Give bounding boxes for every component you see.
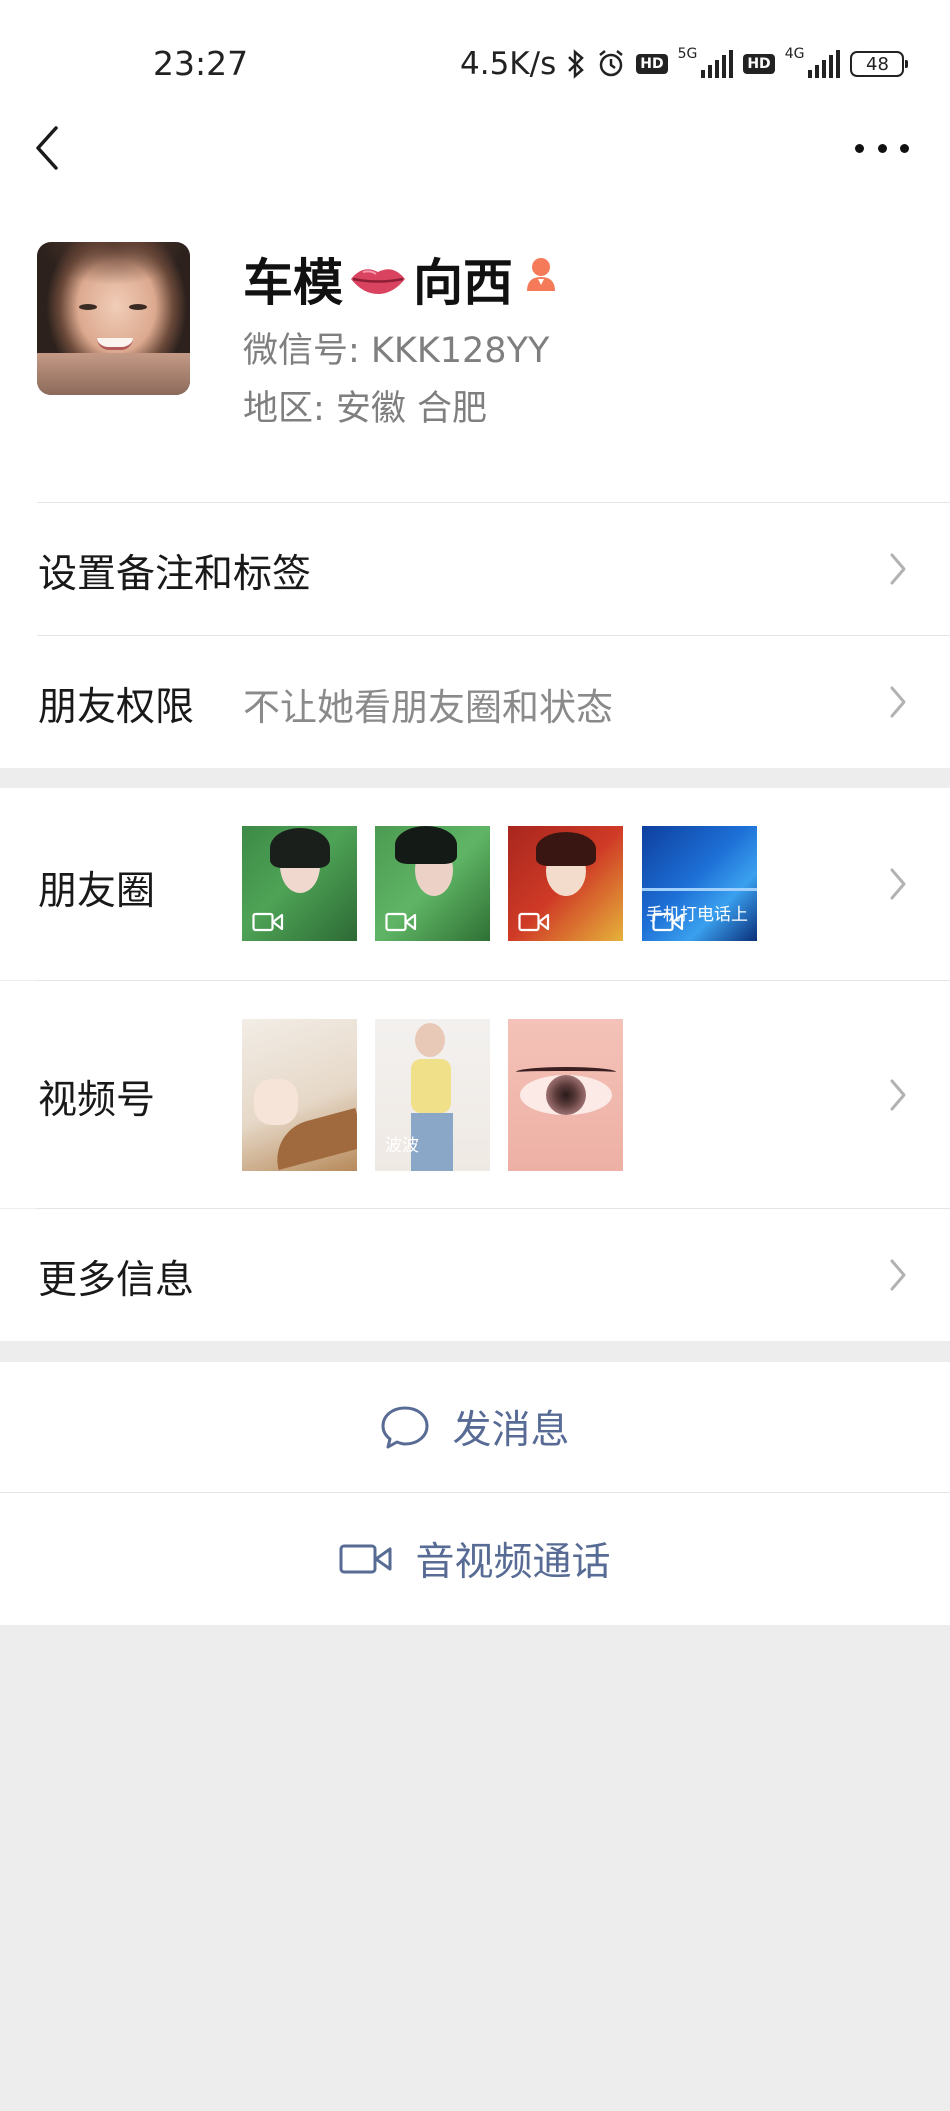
moments-thumbnail[interactable] bbox=[242, 826, 357, 941]
more-dot-icon bbox=[900, 143, 909, 153]
region: 地区: 安徽 合肥 bbox=[243, 389, 488, 429]
female-gender-icon bbox=[527, 258, 555, 291]
moments-row[interactable]: 朋友圈 手机打电话上 bbox=[0, 788, 950, 980]
video-call-label: 音视频通话 bbox=[415, 1540, 611, 1585]
more-dot-icon bbox=[855, 143, 864, 153]
status-indicators: 4.5K/s HD 5G HD 4G 48 bbox=[460, 44, 909, 84]
channels-thumbnail[interactable]: 波波 bbox=[375, 1019, 490, 1171]
more-dot-icon bbox=[877, 143, 887, 153]
chevron-right-icon bbox=[890, 1259, 906, 1291]
send-message-button[interactable]: 发消息 bbox=[0, 1362, 950, 1492]
avatar[interactable] bbox=[37, 242, 190, 395]
chevron-right-icon bbox=[890, 553, 906, 585]
video-icon bbox=[518, 912, 550, 932]
send-message-label: 发消息 bbox=[452, 1408, 570, 1453]
moments-thumbnail[interactable]: 手机打电话上 bbox=[642, 826, 757, 941]
chat-bubble-icon bbox=[381, 1406, 429, 1449]
sim1-generation: 5G bbox=[677, 46, 698, 62]
alarm-icon bbox=[599, 50, 624, 77]
battery-level: 48 bbox=[866, 53, 889, 75]
signal-icon-2 bbox=[808, 50, 841, 78]
friend-permission-row[interactable]: 朋友权限 不让她看朋友圈和状态 bbox=[0, 636, 950, 768]
friend-permission-label: 朋友权限 bbox=[38, 685, 195, 730]
bluetooth-icon bbox=[568, 49, 585, 79]
video-call-button[interactable]: 音视频通话 bbox=[0, 1493, 950, 1625]
channels-label: 视频号 bbox=[38, 1078, 156, 1123]
moments-thumbnail[interactable] bbox=[508, 826, 623, 941]
hd-badge-2: HD bbox=[743, 54, 775, 74]
back-arrow-icon bbox=[36, 126, 58, 170]
chevron-right-icon bbox=[890, 1079, 906, 1111]
nickname-part2: 向西 bbox=[413, 254, 513, 312]
nickname-part1: 车模 bbox=[243, 254, 343, 312]
channels-thumbnail-caption: 波波 bbox=[385, 1136, 419, 1156]
moments-thumbnail[interactable] bbox=[375, 826, 490, 941]
video-icon bbox=[652, 912, 684, 932]
friend-permission-value: 不让她看朋友圈和状态 bbox=[243, 686, 613, 729]
channels-thumbnail[interactable] bbox=[508, 1019, 623, 1171]
video-icon bbox=[385, 912, 417, 932]
wechat-id: 微信号: KKK128YY bbox=[243, 331, 550, 371]
video-camera-icon bbox=[339, 1544, 392, 1574]
nickname: 车模 向西 bbox=[243, 243, 513, 315]
remark-tags-row[interactable]: 设置备注和标签 bbox=[0, 503, 950, 635]
channels-row[interactable]: 视频号 波波 bbox=[0, 981, 950, 1208]
more-options-button[interactable] bbox=[855, 130, 909, 166]
remark-tags-label: 设置备注和标签 bbox=[38, 552, 312, 597]
status-bar: 23:27 4.5K/s HD 5G HD 4G 48 bbox=[0, 0, 950, 120]
more-info-row[interactable]: 更多信息 bbox=[0, 1209, 950, 1341]
hd-badge-1: HD bbox=[636, 54, 668, 74]
moments-label: 朋友圈 bbox=[38, 869, 156, 914]
chevron-right-icon bbox=[890, 868, 906, 900]
channels-thumbnail[interactable] bbox=[242, 1019, 357, 1171]
sim2-generation: 4G bbox=[784, 46, 805, 62]
video-icon bbox=[252, 912, 284, 932]
signal-icon-1 bbox=[701, 50, 734, 78]
net-speed: 4.5K/s bbox=[460, 46, 557, 82]
lips-emoji-icon bbox=[351, 269, 405, 294]
battery-icon: 48 bbox=[850, 51, 909, 77]
status-time: 23:27 bbox=[153, 44, 249, 83]
chevron-right-icon bbox=[890, 686, 906, 718]
back-button[interactable] bbox=[30, 122, 70, 174]
more-info-label: 更多信息 bbox=[38, 1258, 195, 1303]
